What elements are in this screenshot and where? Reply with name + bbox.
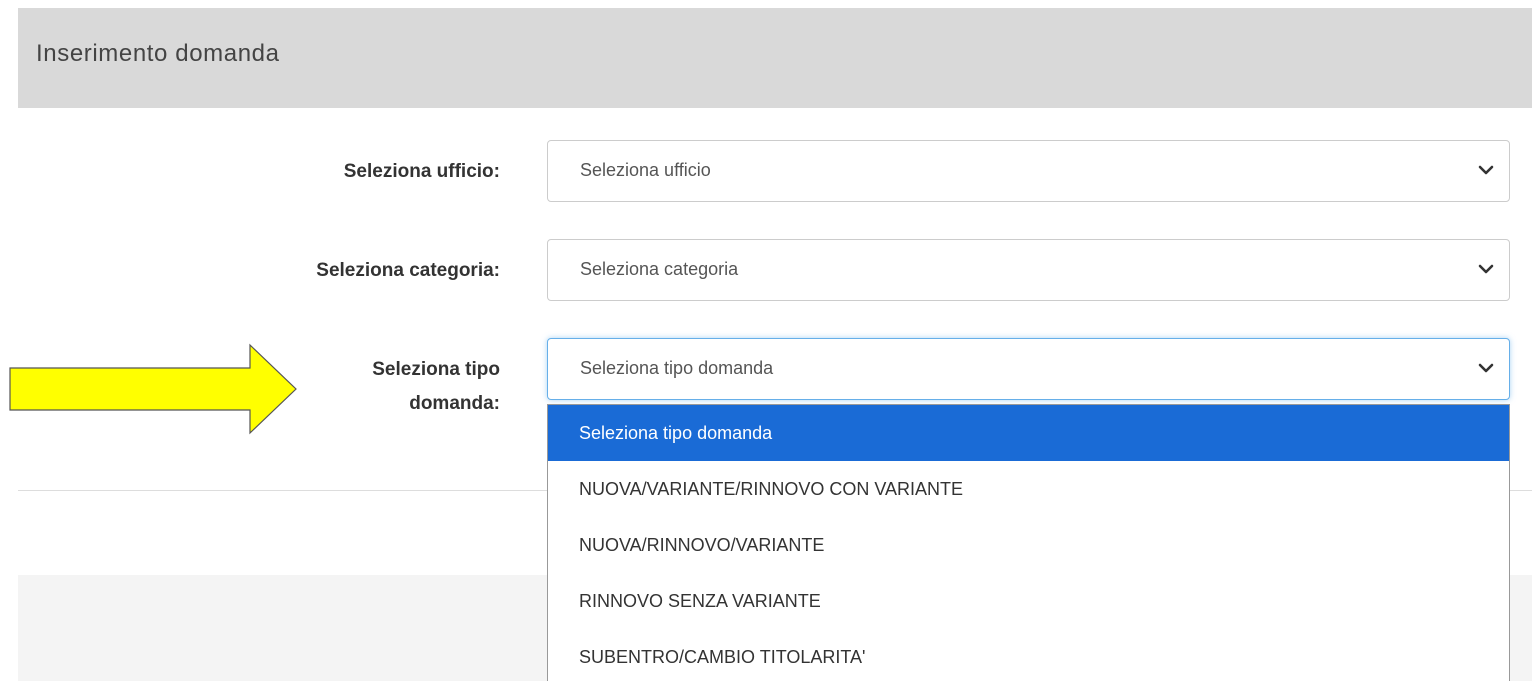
tipo-domanda-dropdown: Seleziona tipo domanda NUOVA/VARIANTE/RI… [547, 404, 1510, 681]
ufficio-label: Seleziona ufficio: [343, 161, 500, 182]
categoria-select-value: Seleziona categoria [580, 259, 739, 279]
chevron-down-icon [1478, 363, 1494, 373]
dropdown-option[interactable]: NUOVA/VARIANTE/RINNOVO CON VARIANTE [548, 461, 1509, 517]
ufficio-select-value: Seleziona ufficio [580, 160, 711, 180]
chevron-down-icon [1478, 264, 1494, 274]
chevron-down-icon [1478, 165, 1494, 175]
page-header: Inserimento domanda [18, 8, 1532, 108]
yellow-arrow-annotation [9, 343, 297, 435]
page-root: Inserimento domanda Seleziona ufficio: S… [0, 0, 1532, 681]
dropdown-option[interactable]: NUOVA/RINNOVO/VARIANTE [548, 517, 1509, 573]
categoria-select[interactable]: Seleziona categoria [547, 239, 1510, 301]
dropdown-option[interactable]: SUBENTRO/CAMBIO TITOLARITA' [548, 629, 1509, 681]
categoria-label: Seleziona categoria: [316, 260, 500, 281]
tipo-domanda-select[interactable]: Seleziona tipo domanda [547, 338, 1510, 400]
dropdown-option[interactable]: Seleziona tipo domanda [548, 405, 1509, 461]
dropdown-option[interactable]: RINNOVO SENZA VARIANTE [548, 573, 1509, 629]
tipo-domanda-select-value: Seleziona tipo domanda [580, 358, 774, 378]
page-title: Inserimento domanda [36, 40, 280, 67]
ufficio-select[interactable]: Seleziona ufficio [547, 140, 1510, 202]
